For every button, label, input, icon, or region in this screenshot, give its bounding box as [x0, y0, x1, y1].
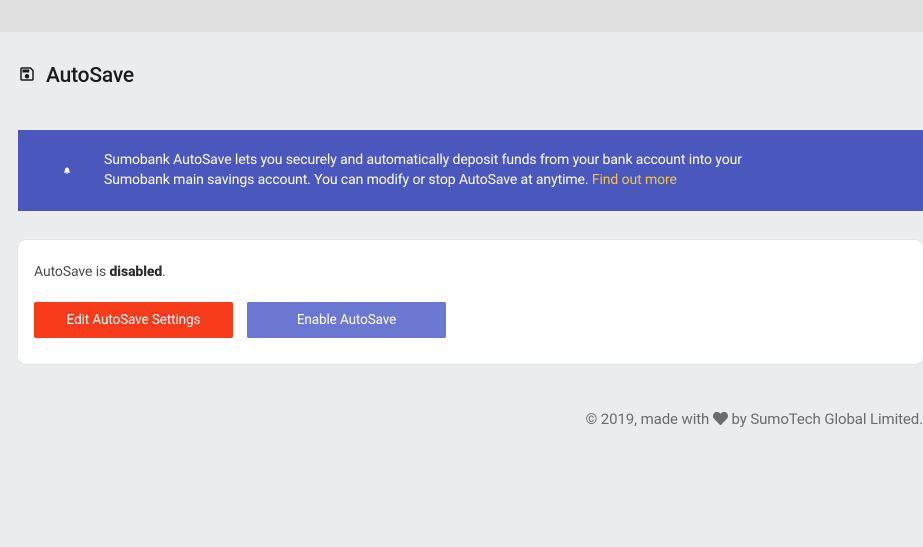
info-banner: Sumobank AutoSave lets you securely and … [18, 130, 923, 211]
banner-text: Sumobank AutoSave lets you securely and … [104, 150, 784, 191]
edit-autosave-settings-button[interactable]: Edit AutoSave Settings [34, 302, 233, 338]
enable-autosave-button[interactable]: Enable AutoSave [247, 302, 446, 338]
bell-icon [40, 163, 70, 178]
autosave-card: AutoSave is disabled. Edit AutoSave Sett… [18, 240, 923, 364]
footer-by: by SumoTech Global Limited. [728, 410, 923, 428]
status-state: disabled [110, 264, 163, 280]
page-title-row: AutoSave [18, 64, 923, 88]
main-content: AutoSave Sumobank AutoSave lets you secu… [0, 32, 923, 430]
button-row: Edit AutoSave Settings Enable AutoSave [34, 302, 907, 338]
autosave-status: AutoSave is disabled. [34, 264, 907, 280]
topbar [0, 0, 923, 32]
footer: © 2019, made with by SumoTech Global Lim… [18, 410, 923, 430]
heart-icon [713, 411, 728, 430]
page-title: AutoSave [46, 64, 134, 88]
save-icon [18, 65, 36, 87]
find-out-more-link[interactable]: Find out more [592, 172, 677, 188]
status-prefix: AutoSave is [34, 264, 110, 280]
footer-copyright: © 2019, made with [585, 410, 712, 428]
status-suffix: . [162, 264, 166, 280]
